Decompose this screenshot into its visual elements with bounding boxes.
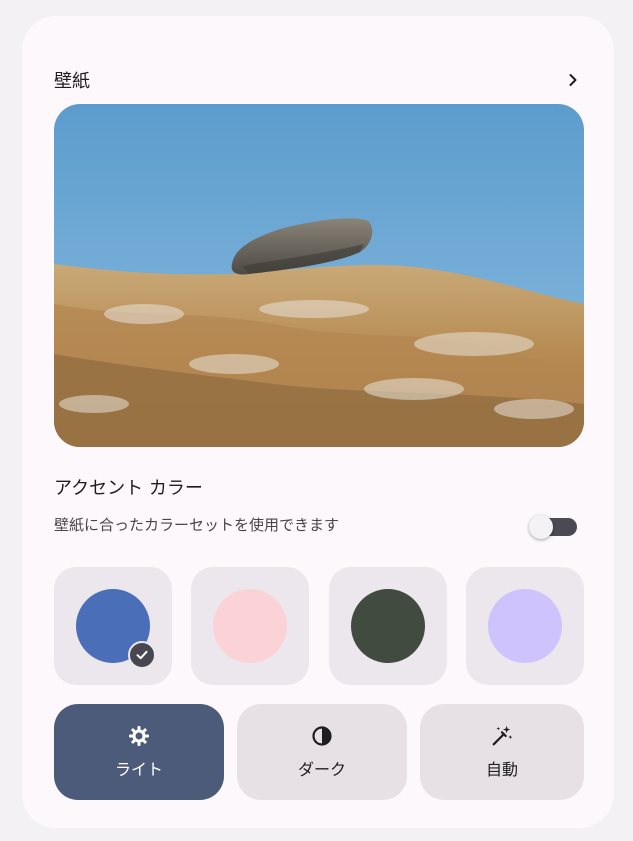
light-mode-gear-icon <box>127 724 151 748</box>
auto-mode-button[interactable]: 自動 <box>420 704 584 800</box>
color-swatch-3[interactable] <box>329 567 447 685</box>
wallpaper-preview[interactable] <box>54 104 584 447</box>
dark-mode-button[interactable]: ダーク <box>237 704 407 800</box>
light-mode-label: ライト <box>114 760 163 779</box>
theme-mode-buttons: ライト ダーク 自動 <box>54 704 584 800</box>
wallpaper-colors-toggle[interactable] <box>529 515 579 539</box>
swatch-color-dot <box>213 589 287 663</box>
auto-mode-label: 自動 <box>485 760 518 779</box>
check-icon <box>128 641 156 669</box>
wallpaper-image <box>54 104 584 447</box>
color-swatch-1[interactable] <box>54 567 172 685</box>
color-swatch-4[interactable] <box>466 567 584 685</box>
dark-mode-contrast-icon <box>310 724 334 748</box>
accent-color-subtitle: 壁紙に合ったカラーセットを使用できます <box>54 516 340 534</box>
theme-settings-card: 壁紙 アクセント カラー 壁紙に合ったカラーセットを使用できます ライト ダーク… <box>22 16 614 828</box>
wallpaper-title: 壁紙 <box>54 71 90 92</box>
wallpaper-header[interactable]: 壁紙 <box>54 64 584 96</box>
chevron-right-icon[interactable] <box>562 69 584 91</box>
dark-mode-label: ダーク <box>297 760 346 779</box>
light-mode-button[interactable]: ライト <box>54 704 224 800</box>
toggle-thumb <box>529 515 553 539</box>
swatch-color-dot <box>351 589 425 663</box>
swatch-color-dot <box>488 589 562 663</box>
color-swatches <box>54 567 584 685</box>
auto-magic-wand-icon <box>490 724 514 748</box>
accent-color-title: アクセント カラー <box>54 478 203 499</box>
color-swatch-2[interactable] <box>191 567 309 685</box>
